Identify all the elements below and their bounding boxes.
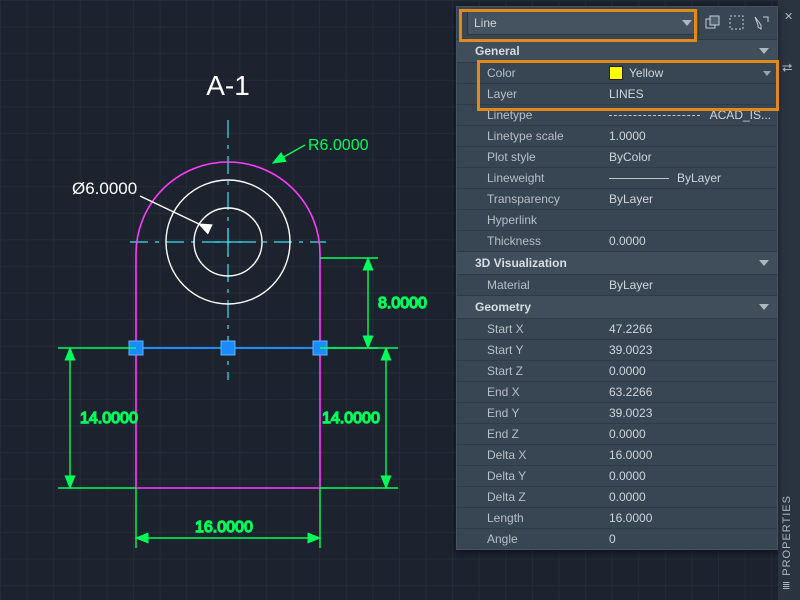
prop-length[interactable]: Length16.0000 (457, 507, 777, 528)
prop-hyperlink[interactable]: Hyperlink (457, 209, 777, 230)
prop-lineweight[interactable]: LineweightByLayer (457, 167, 777, 188)
menu-icon[interactable]: ≣ (782, 584, 794, 596)
section-3d[interactable]: 3D Visualization (457, 251, 777, 274)
pin-icon[interactable]: ⮂ (782, 60, 792, 76)
quick-select-icon[interactable] (751, 13, 771, 33)
prop-delta-z[interactable]: Delta Z0.0000 (457, 486, 777, 507)
toggle-pickadd-icon[interactable] (703, 13, 723, 33)
section-geometry[interactable]: Geometry (457, 295, 777, 318)
object-type-label: Line (474, 16, 497, 30)
prop-delta-x[interactable]: Delta X16.0000 (457, 444, 777, 465)
prop-transparency[interactable]: TransparencyByLayer (457, 188, 777, 209)
select-objects-icon[interactable] (727, 13, 747, 33)
prop-color[interactable]: ColorYellow (457, 62, 777, 83)
panel-gutter: ✕ ⮂ PROPERTIES ≣ (778, 0, 800, 600)
dim-diameter: Ø6.0000 (72, 179, 199, 224)
prop-end-x[interactable]: End X63.2266 (457, 381, 777, 402)
prop-delta-y[interactable]: Delta Y0.0000 (457, 465, 777, 486)
svg-text:8.0000: 8.0000 (378, 295, 427, 312)
prop-end-z[interactable]: End Z0.0000 (457, 423, 777, 444)
prop-layer[interactable]: LayerLINES (457, 83, 777, 104)
svg-text:R6.0000: R6.0000 (308, 137, 369, 154)
close-icon[interactable]: ✕ (784, 10, 793, 23)
linetype-preview (609, 115, 700, 116)
section-general[interactable]: General (457, 39, 777, 62)
dim-bottom-16: 16.0000 (136, 488, 320, 548)
dim-radius: R6.0000 (273, 137, 369, 163)
object-type-select[interactable]: Line (467, 11, 699, 35)
grip-mid[interactable] (221, 341, 235, 355)
dim-8: 8.0000 (320, 258, 427, 348)
properties-panel: Line General ColorYellow LayerLINES Line… (456, 6, 778, 550)
svg-text:Ø6.0000: Ø6.0000 (72, 179, 137, 198)
prop-end-y[interactable]: End Y39.0023 (457, 402, 777, 423)
chevron-down-icon (763, 71, 771, 76)
chevron-down-icon (682, 20, 692, 26)
color-swatch (609, 66, 623, 80)
prop-thickness[interactable]: Thickness0.0000 (457, 230, 777, 251)
prop-ltscale[interactable]: Linetype scale1.0000 (457, 125, 777, 146)
chevron-down-icon (759, 260, 769, 266)
panel-title: PROPERTIES (781, 495, 793, 576)
prop-material[interactable]: MaterialByLayer (457, 274, 777, 295)
svg-text:14.0000: 14.0000 (322, 410, 380, 427)
prop-plotstyle[interactable]: Plot styleByColor (457, 146, 777, 167)
dim-right-14: 14.0000 (320, 348, 398, 488)
prop-start-y[interactable]: Start Y39.0023 (457, 339, 777, 360)
lineweight-preview (609, 178, 669, 179)
prop-linetype[interactable]: LinetypeACAD_IS... (457, 104, 777, 125)
drawing-title: A-1 (206, 70, 250, 101)
prop-start-x[interactable]: Start X47.2266 (457, 318, 777, 339)
chevron-down-icon (759, 48, 769, 54)
svg-text:16.0000: 16.0000 (195, 519, 253, 536)
svg-text:14.0000: 14.0000 (80, 410, 138, 427)
dim-left-14: 14.0000 (58, 348, 138, 488)
prop-start-z[interactable]: Start Z0.0000 (457, 360, 777, 381)
prop-angle[interactable]: Angle0 (457, 528, 777, 549)
chevron-down-icon (759, 304, 769, 310)
